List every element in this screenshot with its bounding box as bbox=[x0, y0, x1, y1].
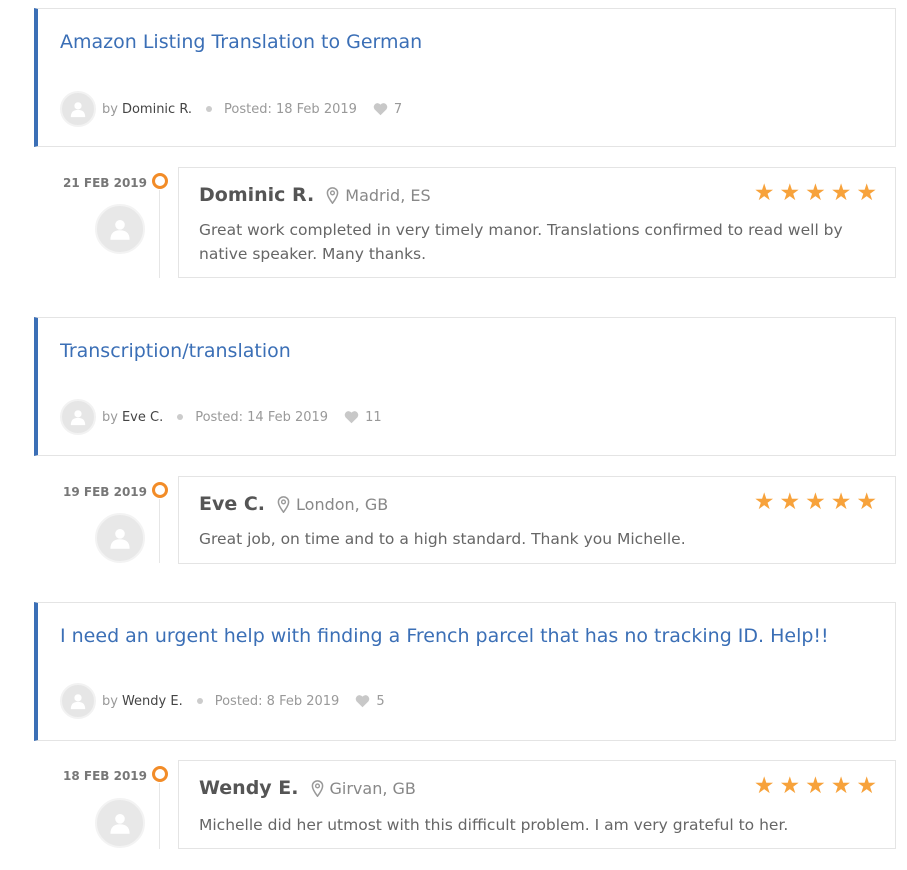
star-icon: ★ bbox=[805, 773, 826, 799]
star-icon: ★ bbox=[805, 489, 826, 515]
user-avatar-icon bbox=[70, 410, 86, 426]
user-avatar-icon bbox=[110, 814, 130, 834]
timeline-dot-icon bbox=[152, 173, 168, 189]
user-avatar-icon bbox=[70, 694, 86, 710]
reviewer-avatar bbox=[95, 204, 145, 254]
user-avatar-icon bbox=[110, 529, 130, 549]
star-icon: ★ bbox=[830, 180, 852, 206]
star-icon: ★ bbox=[753, 489, 775, 515]
star-rating: ★ ★ ★ ★ ★ bbox=[754, 775, 877, 798]
reviewer-avatar bbox=[95, 513, 145, 563]
timeline-line bbox=[159, 783, 160, 849]
reviewer-name: Wendy E. bbox=[199, 777, 299, 799]
star-icon: ★ bbox=[830, 773, 852, 799]
review-date: 18 FEB 2019 bbox=[63, 769, 147, 783]
by-label: by bbox=[102, 693, 118, 709]
star-icon: ★ bbox=[856, 489, 877, 515]
reviewer-location: Madrid, ES bbox=[345, 185, 431, 205]
job-meta: by Wendy E. Posted: 8 Feb 2019 5 bbox=[60, 683, 385, 719]
reviewer-avatar bbox=[95, 798, 145, 848]
job-card: Amazon Listing Translation to German by … bbox=[34, 8, 896, 147]
reviewer-name: Dominic R. bbox=[199, 184, 315, 206]
job-card: Transcription/translation by Eve C. Post… bbox=[34, 317, 896, 456]
heart-icon[interactable] bbox=[344, 410, 359, 424]
separator-dot bbox=[196, 698, 203, 704]
location-pin-icon bbox=[311, 779, 324, 797]
author-name-link[interactable]: Dominic R. bbox=[122, 102, 192, 117]
reviewer-location: Girvan, GB bbox=[329, 778, 416, 798]
review-card: Wendy E. Girvan, GB ★ ★ ★ ★ ★ Michelle d… bbox=[178, 760, 896, 849]
star-icon: ★ bbox=[830, 489, 852, 515]
star-icon: ★ bbox=[779, 773, 801, 799]
posted-date: Posted: 8 Feb 2019 bbox=[214, 693, 340, 709]
timeline-line bbox=[159, 190, 160, 278]
separator-dot bbox=[206, 106, 213, 112]
star-icon: ★ bbox=[779, 180, 801, 206]
reviewer-location: London, GB bbox=[296, 494, 389, 514]
timeline-dot-icon bbox=[152, 482, 168, 498]
job-card: I need an urgent help with finding a Fre… bbox=[34, 602, 896, 741]
reviewer-name: Eve C. bbox=[199, 493, 266, 515]
separator-dot bbox=[177, 414, 184, 420]
author-name-link[interactable]: Eve C. bbox=[122, 410, 163, 425]
location-pin-icon bbox=[326, 186, 339, 204]
job-title-link[interactable]: I need an urgent help with finding a Fre… bbox=[60, 625, 875, 647]
author-avatar[interactable] bbox=[60, 91, 96, 127]
user-avatar-icon bbox=[110, 220, 130, 240]
star-icon: ★ bbox=[753, 180, 775, 206]
star-icon: ★ bbox=[753, 773, 775, 799]
heart-icon[interactable] bbox=[373, 102, 388, 116]
star-icon: ★ bbox=[856, 773, 877, 799]
timeline-dot-icon bbox=[152, 766, 168, 782]
job-title-link[interactable]: Amazon Listing Translation to German bbox=[60, 31, 875, 53]
heart-icon[interactable] bbox=[355, 694, 370, 708]
author-avatar[interactable] bbox=[60, 399, 96, 435]
star-rating: ★ ★ ★ ★ ★ bbox=[754, 182, 877, 205]
author-name-link[interactable]: Wendy E. bbox=[122, 694, 183, 709]
review-header: Wendy E. Girvan, GB bbox=[199, 777, 416, 799]
timeline-line bbox=[159, 499, 160, 563]
review-text: Great job, on time and to a high standar… bbox=[199, 530, 686, 548]
by-label: by bbox=[102, 409, 118, 425]
star-icon: ★ bbox=[805, 180, 826, 206]
review-header: Eve C. London, GB bbox=[199, 493, 388, 515]
star-rating: ★ ★ ★ ★ ★ bbox=[754, 491, 877, 514]
review-text: Michelle did her utmost with this diffic… bbox=[199, 816, 789, 834]
posted-date: Posted: 14 Feb 2019 bbox=[195, 409, 329, 425]
job-meta: by Dominic R. Posted: 18 Feb 2019 7 bbox=[60, 91, 402, 127]
review-date: 19 FEB 2019 bbox=[63, 485, 147, 499]
review-date: 21 FEB 2019 bbox=[63, 176, 147, 190]
job-title-link[interactable]: Transcription/translation bbox=[60, 340, 875, 362]
review-card: Eve C. London, GB ★ ★ ★ ★ ★ Great job, o… bbox=[178, 476, 896, 564]
by-label: by bbox=[102, 101, 118, 117]
star-icon: ★ bbox=[856, 180, 877, 206]
job-meta: by Eve C. Posted: 14 Feb 2019 11 bbox=[60, 399, 382, 435]
review-text: Great work completed in very timely mano… bbox=[199, 221, 843, 263]
like-count: 11 bbox=[365, 409, 382, 425]
star-icon: ★ bbox=[779, 489, 801, 515]
location-pin-icon bbox=[277, 495, 290, 513]
review-card: Dominic R. Madrid, ES ★ ★ ★ ★ ★ Great wo… bbox=[178, 167, 896, 278]
review-header: Dominic R. Madrid, ES bbox=[199, 184, 431, 206]
user-avatar-icon bbox=[70, 102, 86, 118]
like-count: 5 bbox=[376, 693, 385, 709]
posted-date: Posted: 18 Feb 2019 bbox=[224, 101, 357, 117]
like-count: 7 bbox=[393, 101, 403, 117]
author-avatar[interactable] bbox=[60, 683, 96, 719]
